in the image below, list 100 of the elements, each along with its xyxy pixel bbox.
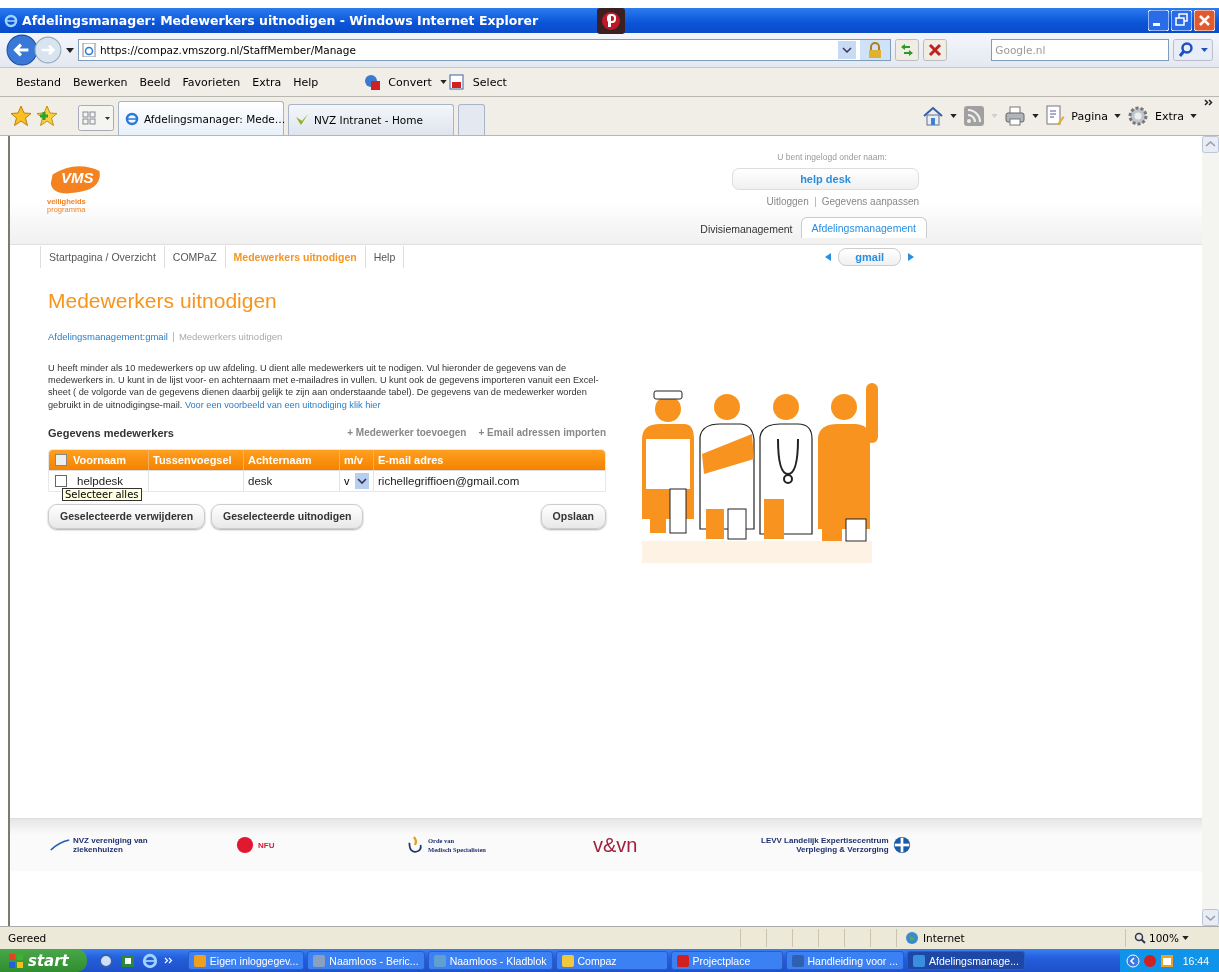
- account-link[interactable]: Uitloggen: [766, 196, 809, 207]
- feed-icon[interactable]: [963, 105, 986, 127]
- partner-logo[interactable]: NFU: [235, 836, 405, 854]
- browser-tab[interactable]: NVZ Intranet - Home: [288, 104, 454, 135]
- taskbar-button[interactable]: Eigen inloggegev...: [187, 951, 305, 970]
- partner-logo[interactable]: LEVV Landelijk Expertisecentrum Verpleging & Verzorging: [761, 836, 912, 854]
- caret-icon[interactable]: [1190, 114, 1197, 118]
- taskbar-button[interactable]: Projectplace: [670, 951, 783, 970]
- account-link[interactable]: Gegevens aanpassen: [821, 196, 919, 207]
- forward-button[interactable]: [33, 36, 62, 64]
- desktop-icon[interactable]: [97, 952, 114, 969]
- nav-item[interactable]: Help: [365, 246, 405, 268]
- refresh-button[interactable]: [895, 39, 920, 61]
- menu-item[interactable]: Favorieten: [176, 73, 247, 91]
- start-button[interactable]: start: [0, 949, 87, 972]
- caret-icon[interactable]: [439, 80, 447, 84]
- menu-item[interactable]: Bestand: [10, 73, 68, 91]
- zoom-icon[interactable]: [1134, 932, 1146, 944]
- browser-icon[interactable]: [141, 952, 158, 969]
- home-icon[interactable]: [922, 105, 945, 127]
- action-button[interactable]: Geselecteerde uitnodigen: [211, 503, 364, 529]
- command-button[interactable]: Extra: [1154, 109, 1184, 123]
- taskbar-button[interactable]: Naamloos - Beric...: [307, 951, 425, 970]
- search-field[interactable]: Google.nl: [991, 39, 1170, 61]
- scroll-down-button[interactable]: [1202, 909, 1219, 926]
- table-cell: desk: [248, 474, 273, 487]
- gender-select[interactable]: v: [344, 474, 350, 487]
- minimize-button[interactable]: [1148, 10, 1169, 31]
- page-icon: [81, 43, 96, 57]
- app-icon: [676, 954, 689, 967]
- dropdown-icon[interactable]: [838, 41, 857, 59]
- taskbar-button[interactable]: Afdelingsmanage...: [907, 951, 1025, 970]
- breadcrumb-link[interactable]: Afdelingsmanagement:gmail: [48, 331, 168, 342]
- nav-item[interactable]: COMPaZ: [164, 246, 226, 268]
- print-icon[interactable]: [1004, 105, 1027, 127]
- app-icon: [193, 954, 206, 967]
- close-button[interactable]: [1194, 10, 1215, 31]
- section-tab[interactable]: Afdelingsmanagement: [800, 217, 927, 238]
- menu-item[interactable]: Extra: [246, 73, 288, 91]
- select-all-checkbox[interactable]: [55, 453, 67, 466]
- window-title: Afdelingsmanager: Medewerkers uitnodigen - Windows Internet Explorer: [22, 13, 539, 28]
- caret-icon[interactable]: [1113, 114, 1121, 118]
- taskbar-button[interactable]: Compaz: [555, 951, 668, 970]
- addon-button[interactable]: Convert: [382, 73, 438, 91]
- caret-icon[interactable]: [1032, 114, 1040, 118]
- table-cell: richellegriffioen@gmail.com: [378, 474, 520, 487]
- dropdown-icon[interactable]: [354, 472, 369, 489]
- clock: 16:44: [1182, 954, 1209, 967]
- caret-icon[interactable]: [1182, 936, 1190, 940]
- action-button[interactable]: Geselecteerde verwijderen: [48, 503, 206, 529]
- menu-item[interactable]: Beeld: [133, 73, 177, 91]
- user-name-field: help desk: [732, 168, 919, 190]
- select-icon: [448, 74, 465, 90]
- app-icon: [433, 954, 446, 967]
- action-link[interactable]: + Email adressen importen: [478, 427, 606, 439]
- login-label: U bent ingelogd onder naam:: [777, 152, 887, 162]
- page-title: Medewerkers uitnodigen: [48, 289, 278, 313]
- back-button[interactable]: [6, 34, 38, 66]
- section-tab[interactable]: Divisiemanagement: [692, 220, 801, 238]
- partner-logo[interactable]: NVZ vereniging van ziekenhuizen: [50, 836, 235, 854]
- favorites-star-icon[interactable]: [10, 105, 32, 127]
- convert-icon: [364, 74, 381, 90]
- menu-item[interactable]: Bewerken: [67, 73, 134, 91]
- next-arrow-icon[interactable]: [908, 253, 914, 261]
- intro-paragraph: U heeft minder als 10 medewerkers op uw afdeling. U dient alle medewerkers uit te nodigen. Vul hieronder de gegevens van de medewerkers in. U kunt in de lijst voor- en achternaam met e-mailadres in vullen. U kunt ook de gegevens importeren vanuit een Excel-sheet ( de volgorde van de gegevens dienen daarbij gelijk te zijn aan onderstaande tabel). De gegevens van de medewerker worden gebruikt in de uitnodigingse-mail. Voor een voorbeeld van een uitnodiging klik hier: [48, 362, 600, 411]
- browser-tab[interactable]: Afdelingsmanager: Mede…: [118, 101, 284, 135]
- menu-item[interactable]: Help: [287, 73, 325, 91]
- table-cell: helpdesk: [77, 474, 124, 487]
- address-field[interactable]: https://compaz.vmszorg.nl/StaffMember/Manage: [77, 39, 892, 61]
- windows-flag-icon: [8, 952, 24, 969]
- add-favorite-icon[interactable]: [36, 105, 58, 127]
- addon-button[interactable]: Select: [466, 73, 513, 91]
- zone-text: Internet: [923, 932, 965, 944]
- previous-arrow-icon[interactable]: [825, 253, 832, 261]
- search-button[interactable]: [1173, 39, 1213, 61]
- column-header: Voornaam: [73, 449, 149, 470]
- chevron-icon[interactable]: [1204, 99, 1213, 106]
- zoom-level[interactable]: 100%: [1149, 932, 1180, 944]
- scroll-up-button[interactable]: [1202, 136, 1219, 153]
- history-dropdown-icon[interactable]: [65, 47, 74, 53]
- taskbar-button[interactable]: Handleiding voor ...: [785, 951, 904, 970]
- calendar-tray-icon[interactable]: [1159, 953, 1174, 968]
- row-checkbox[interactable]: [55, 474, 67, 487]
- column-header: m/v: [340, 449, 374, 470]
- restore-button[interactable]: [1171, 10, 1192, 31]
- command-button[interactable]: Pagina: [1071, 109, 1108, 123]
- status-text: Gereed: [8, 932, 48, 944]
- taskbar-button[interactable]: Naamloos - Kladblok: [427, 951, 553, 970]
- spreadsheet-icon[interactable]: [119, 952, 136, 969]
- nav-item[interactable]: Startpagina / Overzicht: [41, 246, 165, 268]
- app-icon: [561, 954, 574, 967]
- partner-logo[interactable]: v&vn: [593, 834, 761, 856]
- action-button[interactable]: Opslaan: [540, 503, 606, 529]
- gear-icon: [1126, 105, 1149, 127]
- action-link[interactable]: + Medewerker toevoegen: [347, 427, 467, 439]
- example-link[interactable]: Voor een voorbeeld van een uitnodiging klik hier: [184, 399, 381, 410]
- app-icon: [313, 954, 326, 967]
- stop-button[interactable]: [923, 39, 948, 61]
- caret-icon[interactable]: [950, 114, 958, 118]
- quick-tabs-button[interactable]: [78, 105, 114, 131]
